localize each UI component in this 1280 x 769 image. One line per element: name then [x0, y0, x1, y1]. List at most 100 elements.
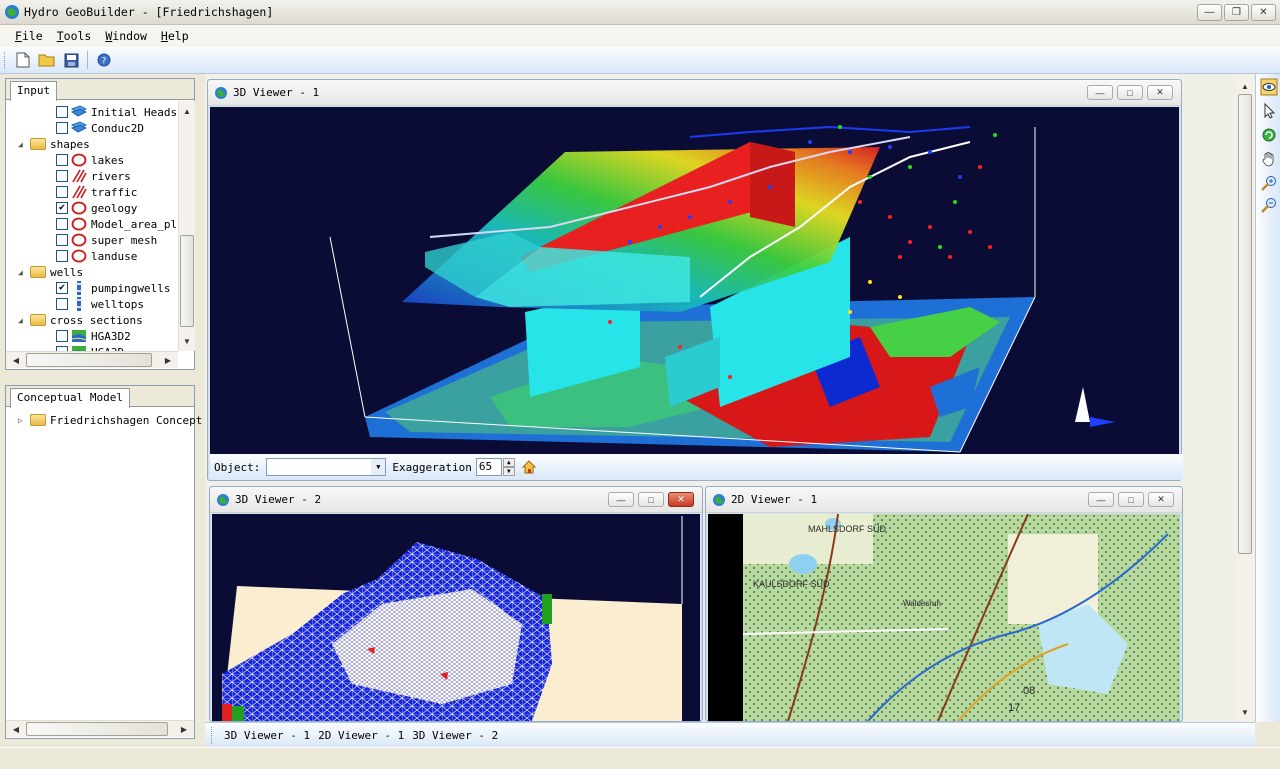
viewer-3d-2-canvas[interactable] — [212, 514, 700, 721]
scroll-left-arrow[interactable]: ◀ — [8, 721, 24, 737]
viewer-3d-1-canvas[interactable] — [210, 107, 1179, 454]
collapse-icon[interactable]: ◢ — [18, 316, 28, 325]
pointer-icon[interactable] — [1260, 102, 1278, 120]
scroll-down-arrow[interactable]: ▼ — [179, 333, 195, 349]
spin-down-arrow[interactable]: ▼ — [502, 467, 515, 476]
help-button[interactable]: ? — [94, 50, 114, 70]
exaggeration-input[interactable]: 65 — [475, 458, 502, 476]
toolbar-grip[interactable] — [211, 726, 214, 744]
scroll-right-arrow[interactable]: ▶ — [160, 352, 176, 368]
tab-input[interactable]: Input — [10, 81, 58, 101]
viewer-minimize-button[interactable]: — — [1087, 85, 1113, 100]
menu-file[interactable]: File — [13, 27, 45, 45]
hscroll-thumb[interactable] — [26, 722, 168, 736]
viewer-close-button[interactable]: ✕ — [1148, 492, 1174, 507]
layer-visibility-checkbox[interactable]: ✔ — [56, 282, 68, 294]
tree-folder-wells[interactable]: ◢ wells — [18, 264, 83, 280]
zoom-out-icon[interactable] — [1260, 196, 1278, 214]
viewer-3d-1-titlebar[interactable]: 3D Viewer - 1 — □ ✕ — [208, 80, 1181, 106]
viewer-close-button[interactable]: ✕ — [1147, 85, 1173, 100]
tree-item-welltops[interactable]: welltops — [56, 296, 144, 312]
tab-conceptual-model[interactable]: Conceptual Model — [10, 388, 130, 408]
new-file-button[interactable] — [13, 50, 33, 70]
viewer-2d-1-titlebar[interactable]: 2D Viewer - 1 — □ ✕ — [706, 487, 1182, 513]
tree-folder-shapes[interactable]: ◢ shapes — [18, 136, 90, 152]
save-button[interactable] — [61, 50, 81, 70]
viewer-minimize-button[interactable]: — — [1088, 492, 1114, 507]
viewer-3d-2-window[interactable]: 3D Viewer - 2 — □ ✕ — [209, 486, 703, 722]
spin-up-arrow[interactable]: ▲ — [502, 458, 515, 467]
minimize-button[interactable]: — — [1197, 4, 1222, 21]
menu-help[interactable]: Help — [159, 27, 191, 45]
reset-view-button[interactable] — [519, 457, 539, 477]
scroll-left-arrow[interactable]: ◀ — [8, 352, 24, 368]
expand-icon[interactable]: ▷ — [18, 416, 28, 425]
layer-visibility-checkbox[interactable] — [56, 298, 68, 310]
layer-visibility-checkbox[interactable] — [56, 154, 68, 166]
tree-item-super-mesh[interactable]: super mesh — [56, 232, 157, 248]
menu-tools[interactable]: Tools — [55, 27, 94, 45]
tree-item-lakes[interactable]: lakes — [56, 152, 124, 168]
tree-item-traffic[interactable]: traffic — [56, 184, 137, 200]
scroll-down-arrow[interactable]: ▼ — [1237, 704, 1253, 720]
exaggeration-spinner[interactable]: ▲ ▼ — [502, 458, 515, 476]
tree-folder-cross-sections[interactable]: ◢ cross sections — [18, 312, 143, 328]
restore-button[interactable]: ❐ — [1224, 4, 1249, 21]
input-tree-hscroll[interactable]: ◀ ▶ — [6, 351, 178, 368]
layer-visibility-checkbox[interactable] — [56, 218, 68, 230]
layer-visibility-checkbox[interactable] — [56, 170, 68, 182]
menu-window[interactable]: Window — [103, 27, 149, 45]
tree-item-model_area_ply[interactable]: Model_area_ply — [56, 216, 178, 232]
mdi-vscroll[interactable]: ▲ ▼ — [1237, 76, 1254, 722]
window-list-item-2d-viewer-1[interactable]: 2D Viewer - 1 — [318, 729, 404, 742]
zoom-in-icon[interactable] — [1260, 174, 1278, 192]
object-label: Object: — [214, 460, 261, 474]
viewer-maximize-button[interactable]: □ — [1118, 492, 1144, 507]
layer-visibility-checkbox[interactable] — [56, 234, 68, 246]
viewer-3d-1-window[interactable]: 3D Viewer - 1 — □ ✕ Object: ▼ Exaggerati… — [207, 79, 1183, 481]
viewer-maximize-button[interactable]: □ — [638, 492, 664, 507]
toolbar-grip[interactable] — [4, 51, 7, 69]
collapse-icon[interactable]: ◢ — [18, 140, 28, 149]
object-combobox[interactable]: ▼ — [266, 458, 387, 476]
viewer-maximize-button[interactable]: □ — [1117, 85, 1143, 100]
scroll-up-arrow[interactable]: ▲ — [179, 103, 195, 119]
tree-item-rivers[interactable]: rivers — [56, 168, 131, 184]
layer-visibility-checkbox[interactable] — [56, 250, 68, 262]
concept-hscroll[interactable]: ◀ ▶ — [6, 720, 194, 737]
layer-visibility-checkbox[interactable] — [56, 330, 68, 342]
input-tree-vscroll[interactable]: ▲ ▼ — [178, 101, 195, 351]
layer-visibility-checkbox[interactable] — [56, 186, 68, 198]
tree-item-conduc2d[interactable]: Conduc2D — [56, 120, 144, 136]
scroll-right-arrow[interactable]: ▶ — [176, 721, 192, 737]
viewer-2d-1-canvas[interactable]: MAHLSDORF SÜD KAULSDORF SÜD Waldesruh 08… — [708, 514, 1180, 721]
layer-visibility-checkbox[interactable]: ✔ — [56, 202, 68, 214]
eye-view-icon[interactable] — [1260, 78, 1278, 96]
chevron-down-icon[interactable]: ▼ — [371, 459, 386, 475]
rotate-icon[interactable] — [1260, 126, 1278, 144]
tree-item-geology[interactable]: ✔ geology — [56, 200, 137, 216]
pan-hand-icon[interactable] — [1260, 150, 1278, 168]
scroll-thumb[interactable] — [180, 235, 194, 327]
layer-visibility-checkbox[interactable] — [56, 106, 68, 118]
tree-item-landuse[interactable]: landuse — [56, 248, 137, 264]
tree-item-initial-heads[interactable]: Initial Heads — [56, 104, 177, 120]
tree-node-friedrichshagen[interactable]: ▷ Friedrichshagen Concept — [18, 412, 202, 428]
tree-item-pumpingwells[interactable]: ✔ pumpingwells — [56, 280, 170, 296]
scroll-up-arrow[interactable]: ▲ — [1237, 78, 1253, 94]
scroll-thumb[interactable] — [1238, 94, 1252, 554]
collapse-icon[interactable]: ◢ — [18, 268, 28, 277]
tree-item-hga3d[interactable]: HGA3D — [56, 344, 124, 351]
tree-item-label: HGA3D2 — [91, 329, 131, 343]
viewer-minimize-button[interactable]: — — [608, 492, 634, 507]
layer-visibility-checkbox[interactable] — [56, 122, 68, 134]
window-list-item-3d-viewer-2[interactable]: 3D Viewer - 2 — [412, 729, 498, 742]
viewer-close-button[interactable]: ✕ — [668, 492, 694, 507]
viewer-3d-2-titlebar[interactable]: 3D Viewer - 2 — □ ✕ — [210, 487, 702, 513]
close-button[interactable]: ✕ — [1251, 4, 1276, 21]
hscroll-thumb[interactable] — [26, 353, 152, 367]
tree-item-hga3d2[interactable]: HGA3D2 — [56, 328, 131, 344]
viewer-2d-1-window[interactable]: 2D Viewer - 1 — □ ✕ MAHLSDORF SÜD KAULSD… — [705, 486, 1183, 722]
window-list-item-3d-viewer-1[interactable]: 3D Viewer - 1 — [224, 729, 310, 742]
open-file-button[interactable] — [37, 50, 57, 70]
